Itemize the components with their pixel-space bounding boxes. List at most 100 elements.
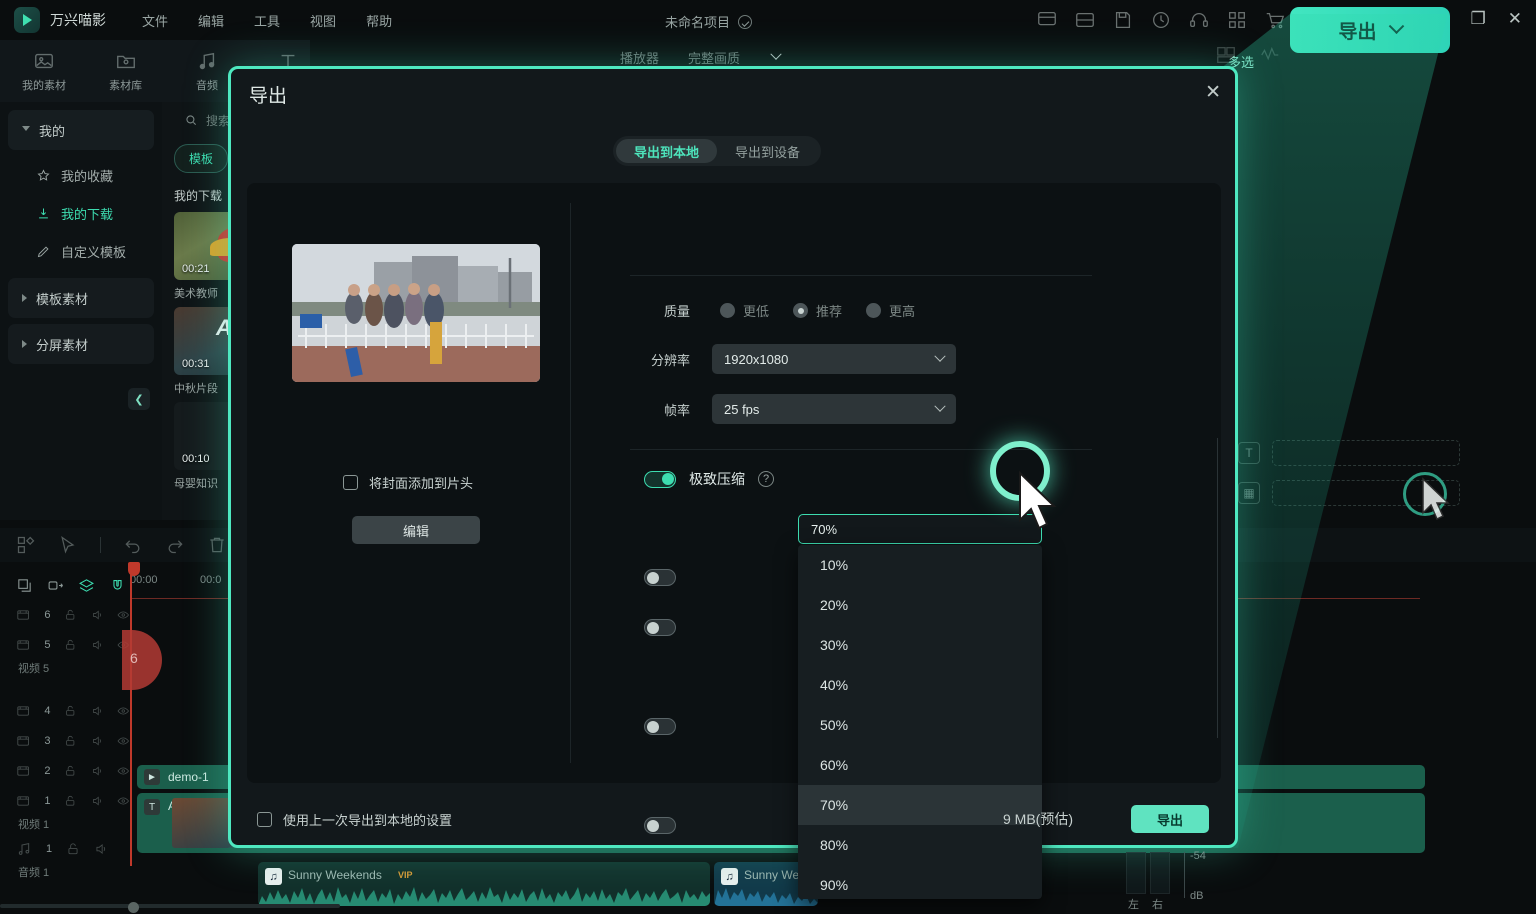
dropdown-option-60[interactable]: 60% xyxy=(798,745,1042,785)
mute-icon[interactable] xyxy=(91,794,104,808)
dropdown-option-30[interactable]: 30% xyxy=(798,625,1042,665)
timeline-audio-clip-1[interactable]: ♫ Sunny Weekends VIP xyxy=(258,862,710,906)
lock-icon[interactable] xyxy=(64,794,77,808)
scrollbar-thumb[interactable] xyxy=(128,902,139,913)
edit-cover-button[interactable]: 编辑 xyxy=(352,516,480,544)
filter-chip-template[interactable]: 模板 xyxy=(174,144,228,173)
sidebar-item-favorites[interactable]: 我的收藏 xyxy=(8,156,154,194)
tab-export-device[interactable]: 导出到设备 xyxy=(717,139,818,163)
sidebar-group-mine[interactable]: 我的 xyxy=(8,110,154,150)
undo-icon[interactable] xyxy=(123,535,143,555)
compression-percent-field[interactable]: 70% xyxy=(798,514,1042,544)
mute-icon[interactable] xyxy=(91,734,104,748)
text-property-field[interactable] xyxy=(1272,440,1460,466)
menu-view[interactable]: 视图 xyxy=(310,11,336,30)
reuse-settings-checkbox[interactable] xyxy=(257,812,272,827)
mute-icon[interactable] xyxy=(91,638,104,652)
dropdown-option-20[interactable]: 20% xyxy=(798,585,1042,625)
grid-icon[interactable] xyxy=(16,535,36,555)
menu-tools[interactable]: 工具 xyxy=(254,11,280,30)
extra-toggle-2[interactable] xyxy=(644,619,676,636)
lock-icon[interactable] xyxy=(64,764,77,778)
extra-toggle-3[interactable] xyxy=(644,718,676,735)
quality-option-higher[interactable]: 更高 xyxy=(866,301,915,320)
framerate-select[interactable]: 25 fps xyxy=(712,394,956,424)
track-row-2[interactable]: 2 xyxy=(0,756,130,786)
eye-icon[interactable] xyxy=(117,794,130,808)
sidebar-group-split-assets[interactable]: 分屏素材 xyxy=(8,324,154,364)
playhead-handle[interactable] xyxy=(128,562,140,576)
close-icon[interactable]: ✕ xyxy=(1205,81,1221,104)
restore-icon[interactable]: ❐ xyxy=(1471,10,1486,27)
eye-icon[interactable] xyxy=(117,608,130,622)
track-row-6[interactable]: 6 xyxy=(0,600,130,630)
track-row-4[interactable]: 4 xyxy=(0,696,130,726)
dialog-export-button[interactable]: 导出 xyxy=(1131,805,1209,833)
speed-icon[interactable] xyxy=(1150,9,1172,31)
lock-icon[interactable] xyxy=(64,704,77,718)
dropdown-option-10[interactable]: 10% xyxy=(798,545,1042,585)
lock-icon[interactable] xyxy=(64,638,77,652)
search-input[interactable]: 搜索 xyxy=(206,112,230,129)
menu-file[interactable]: 文件 xyxy=(142,11,168,30)
track-row-5[interactable]: 5 xyxy=(0,630,130,660)
cart-icon[interactable] xyxy=(1264,9,1286,31)
timeline-scrollbar[interactable] xyxy=(0,902,352,910)
resolution-select[interactable]: 1920x1080 xyxy=(712,344,956,374)
video-track-icon xyxy=(16,733,30,749)
mute-icon[interactable] xyxy=(91,764,104,778)
quality-option-lower[interactable]: 更低 xyxy=(720,301,769,320)
sidebar-item-custom-template[interactable]: 自定义模板 xyxy=(8,232,154,270)
headset-icon[interactable] xyxy=(1188,9,1210,31)
split-view-icon[interactable] xyxy=(1074,9,1096,31)
extra-toggle-1[interactable] xyxy=(644,569,676,586)
dropdown-option-90[interactable]: 90% xyxy=(798,865,1042,899)
redo-icon[interactable] xyxy=(165,535,185,555)
reuse-settings-row[interactable]: 使用上一次导出到本地的设置 xyxy=(257,810,452,829)
track-row-audio-1[interactable]: 1 xyxy=(0,834,130,864)
lock-icon[interactable] xyxy=(66,842,80,856)
cover-checkbox[interactable] xyxy=(343,475,358,490)
dropdown-option-50[interactable]: 50% xyxy=(798,705,1042,745)
top-export-button[interactable]: 导出 xyxy=(1290,7,1450,53)
select-icon[interactable] xyxy=(58,535,78,555)
mute-icon[interactable] xyxy=(91,608,104,622)
sidebar-collapse-button[interactable]: ❮ xyxy=(128,388,150,410)
media-tab-my-assets[interactable]: 我的素材 xyxy=(22,50,66,93)
close-icon[interactable]: ✕ xyxy=(1508,10,1522,27)
play-icon: ► xyxy=(144,769,160,785)
lock-icon[interactable] xyxy=(64,734,77,748)
compression-toggle[interactable] xyxy=(644,471,676,488)
framerate-row: 帧率 25 fps xyxy=(630,394,956,424)
delete-icon[interactable] xyxy=(207,535,227,555)
eye-icon[interactable] xyxy=(117,764,130,778)
eye-icon[interactable] xyxy=(117,704,130,718)
menu-help[interactable]: 帮助 xyxy=(366,11,392,30)
dropdown-option-40[interactable]: 40% xyxy=(798,665,1042,705)
track-row-3[interactable]: 3 xyxy=(0,726,130,756)
save-icon[interactable] xyxy=(1112,9,1134,31)
media-tab-audio[interactable]: 音频 xyxy=(185,50,228,93)
playhead[interactable] xyxy=(130,566,132,866)
sidebar-group-template-assets[interactable]: 模板素材 xyxy=(8,278,154,318)
media-tab-label: 音频 xyxy=(196,77,218,93)
tab-export-local[interactable]: 导出到本地 xyxy=(616,139,717,163)
render-icon[interactable] xyxy=(1036,9,1058,31)
question-icon[interactable]: ? xyxy=(758,471,774,487)
scroll-indicator[interactable] xyxy=(1217,438,1218,738)
lock-icon[interactable] xyxy=(64,608,77,622)
waveform-icon[interactable] xyxy=(1259,44,1281,66)
mute-icon[interactable] xyxy=(94,842,108,856)
quality-option-recommended[interactable]: 推荐 xyxy=(793,301,842,320)
cover-checkbox-row[interactable]: 将封面添加到片头 xyxy=(343,473,473,492)
search-icon xyxy=(184,113,198,127)
mute-icon[interactable] xyxy=(91,704,104,718)
track-row-1[interactable]: 1 xyxy=(0,786,130,816)
sidebar-item-downloads[interactable]: 我的下载 xyxy=(8,194,154,232)
media-tab-library[interactable]: 素材库 xyxy=(104,50,147,93)
eye-icon[interactable] xyxy=(117,734,130,748)
timeline-marker-clip[interactable] xyxy=(122,630,162,690)
grid-icon[interactable] xyxy=(1226,9,1248,31)
menu-edit[interactable]: 编辑 xyxy=(198,11,224,30)
cover-preview-image[interactable] xyxy=(292,244,540,382)
